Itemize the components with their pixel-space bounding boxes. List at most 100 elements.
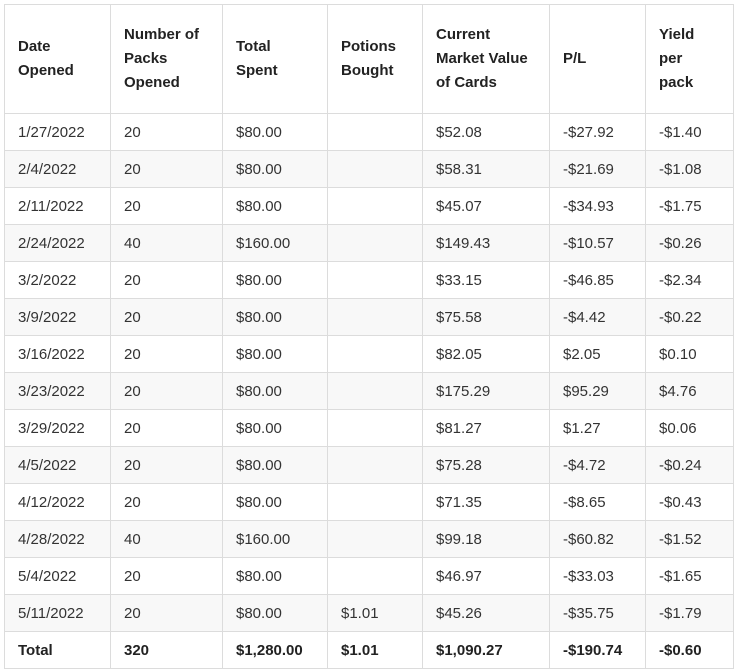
- market-value-cell: $45.07: [422, 187, 550, 225]
- table-row: 2/24/2022 40 $160.00 $149.43 -$10.57 -$0.26: [4, 224, 734, 262]
- date-cell: 4/28/2022: [4, 520, 111, 558]
- profit-loss-cell: -$4.72: [549, 446, 646, 484]
- profit-loss-cell: $1.27: [549, 409, 646, 447]
- market-value-cell: $33.15: [422, 261, 550, 299]
- total-yield: -$0.60: [645, 631, 734, 669]
- potions-cell: [327, 409, 423, 447]
- spent-cell: $80.00: [222, 150, 328, 188]
- potions-cell: [327, 446, 423, 484]
- table-row: 5/11/2022 20 $80.00 $1.01 $45.26 -$35.75 -$1.7…: [4, 594, 734, 632]
- total-row: Total 320 $1,280.00 $1.01 $1,090.27 -$19…: [4, 631, 734, 669]
- market-value-cell: $149.43: [422, 224, 550, 262]
- market-value-cell: $99.18: [422, 520, 550, 558]
- header-packs-opened: Number of Packs Opened: [110, 4, 223, 114]
- yield-cell: -$0.26: [645, 224, 734, 262]
- potions-cell: [327, 335, 423, 373]
- total-potions: $1.01: [327, 631, 423, 669]
- profit-loss-cell: -$33.03: [549, 557, 646, 595]
- table-body: 1/27/2022 20 $80.00 $52.08 -$27.92 -$1.40 2/4/…: [4, 113, 734, 632]
- yield-cell: -$1.08: [645, 150, 734, 188]
- pack-opening-table: Date Opened Number of Packs Opened Total…: [4, 4, 734, 669]
- market-value-cell: $82.05: [422, 335, 550, 373]
- packs-cell: 40: [110, 224, 223, 262]
- date-cell: 3/2/2022: [4, 261, 111, 299]
- market-value-cell: $58.31: [422, 150, 550, 188]
- profit-loss-cell: -$34.93: [549, 187, 646, 225]
- profit-loss-cell: $2.05: [549, 335, 646, 373]
- potions-cell: [327, 150, 423, 188]
- yield-cell: -$2.34: [645, 261, 734, 299]
- table-row: 3/2/2022 20 $80.00 $33.15 -$46.85 -$2.34: [4, 261, 734, 299]
- spent-cell: $80.00: [222, 557, 328, 595]
- potions-cell: [327, 261, 423, 299]
- table-row: 2/4/2022 20 $80.00 $58.31 -$21.69 -$1.08: [4, 150, 734, 188]
- potions-cell: [327, 224, 423, 262]
- header-label: Potions Bought: [341, 38, 396, 79]
- table-row: 4/5/2022 20 $80.00 $75.28 -$4.72 -$0.24: [4, 446, 734, 484]
- header-date-opened: Date Opened: [4, 4, 111, 114]
- potions-cell: [327, 557, 423, 595]
- yield-cell: -$1.52: [645, 520, 734, 558]
- spent-cell: $160.00: [222, 520, 328, 558]
- packs-cell: 20: [110, 113, 223, 151]
- header-potions-bought: Potions Bought: [327, 4, 423, 114]
- table-footer: Total 320 $1,280.00 $1.01 $1,090.27 -$19…: [4, 631, 734, 669]
- header-yield-per-pack: Yield per pack: [645, 4, 734, 114]
- packs-cell: 20: [110, 446, 223, 484]
- market-value-cell: $75.28: [422, 446, 550, 484]
- date-cell: 3/23/2022: [4, 372, 111, 410]
- yield-cell: -$1.79: [645, 594, 734, 632]
- date-cell: 2/24/2022: [4, 224, 111, 262]
- packs-cell: 20: [110, 261, 223, 299]
- profit-loss-cell: -$10.57: [549, 224, 646, 262]
- table-row: 4/28/2022 40 $160.00 $99.18 -$60.82 -$1.52: [4, 520, 734, 558]
- date-cell: 5/11/2022: [4, 594, 111, 632]
- yield-cell: -$0.24: [645, 446, 734, 484]
- date-cell: 2/4/2022: [4, 150, 111, 188]
- packs-cell: 20: [110, 298, 223, 336]
- potions-cell: [327, 372, 423, 410]
- market-value-cell: $71.35: [422, 483, 550, 521]
- yield-cell: -$1.75: [645, 187, 734, 225]
- date-cell: 4/5/2022: [4, 446, 111, 484]
- date-cell: 1/27/2022: [4, 113, 111, 151]
- table-row: 5/4/2022 20 $80.00 $46.97 -$33.03 -$1.65: [4, 557, 734, 595]
- profit-loss-cell: $95.29: [549, 372, 646, 410]
- header-label: Date Opened: [18, 38, 74, 79]
- market-value-cell: $175.29: [422, 372, 550, 410]
- table-row: 3/29/2022 20 $80.00 $81.27 $1.27 $0.06: [4, 409, 734, 447]
- packs-cell: 20: [110, 372, 223, 410]
- header-label: Number of Packs Opened: [124, 26, 199, 91]
- date-cell: 5/4/2022: [4, 557, 111, 595]
- yield-cell: $4.76: [645, 372, 734, 410]
- spent-cell: $80.00: [222, 372, 328, 410]
- spent-cell: $80.00: [222, 409, 328, 447]
- market-value-cell: $75.58: [422, 298, 550, 336]
- packs-cell: 20: [110, 409, 223, 447]
- profit-loss-cell: -$8.65: [549, 483, 646, 521]
- yield-cell: -$1.65: [645, 557, 734, 595]
- table-row: 4/12/2022 20 $80.00 $71.35 -$8.65 -$0.43: [4, 483, 734, 521]
- table-row: 3/16/2022 20 $80.00 $82.05 $2.05 $0.10: [4, 335, 734, 373]
- header-row: Date Opened Number of Packs Opened Total…: [4, 4, 734, 114]
- date-cell: 2/11/2022: [4, 187, 111, 225]
- potions-cell: [327, 483, 423, 521]
- packs-cell: 20: [110, 150, 223, 188]
- spent-cell: $80.00: [222, 483, 328, 521]
- packs-cell: 20: [110, 483, 223, 521]
- total-packs: 320: [110, 631, 223, 669]
- table-row: 2/11/2022 20 $80.00 $45.07 -$34.93 -$1.75: [4, 187, 734, 225]
- table-row: 3/23/2022 20 $80.00 $175.29 $95.29 $4.76: [4, 372, 734, 410]
- date-cell: 3/16/2022: [4, 335, 111, 373]
- profit-loss-cell: -$46.85: [549, 261, 646, 299]
- spent-cell: $160.00: [222, 224, 328, 262]
- potions-cell: $1.01: [327, 594, 423, 632]
- total-market-value: $1,090.27: [422, 631, 550, 669]
- spent-cell: $80.00: [222, 298, 328, 336]
- header-label: Yield per pack: [659, 26, 695, 91]
- yield-cell: -$0.22: [645, 298, 734, 336]
- spent-cell: $80.00: [222, 446, 328, 484]
- header-label: P/L: [563, 50, 587, 67]
- packs-cell: 20: [110, 187, 223, 225]
- market-value-cell: $52.08: [422, 113, 550, 151]
